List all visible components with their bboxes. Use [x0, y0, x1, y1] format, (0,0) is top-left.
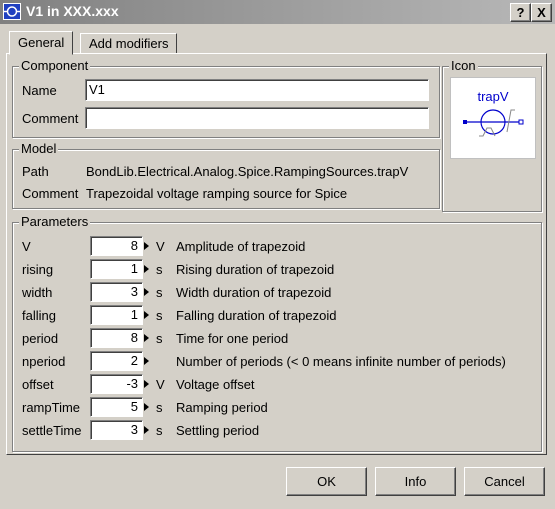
- component-icon-preview: trapV: [450, 77, 536, 159]
- component-group-title: Component: [19, 58, 91, 74]
- param-unit: s: [156, 331, 163, 346]
- param-menu-arrow-icon[interactable]: [144, 357, 149, 365]
- param-name: offset: [22, 377, 54, 392]
- param-description: Time for one period: [176, 331, 289, 346]
- param-menu-arrow-icon[interactable]: [144, 242, 149, 250]
- name-label: Name: [22, 83, 57, 98]
- param-unit: s: [156, 262, 163, 277]
- help-button[interactable]: ?: [510, 3, 531, 22]
- voltage-source-icon: [463, 109, 524, 137]
- param-value-field[interactable]: -3: [90, 374, 143, 394]
- param-unit: s: [156, 400, 163, 415]
- param-menu-arrow-icon[interactable]: [144, 334, 149, 342]
- info-button[interactable]: Info: [375, 467, 456, 496]
- param-value-field[interactable]: 3: [90, 282, 143, 302]
- param-unit: V: [156, 377, 165, 392]
- param-value-field[interactable]: 8: [90, 328, 143, 348]
- close-button[interactable]: X: [531, 3, 552, 22]
- param-value-field[interactable]: 3: [90, 420, 143, 440]
- path-label: Path: [22, 164, 49, 179]
- param-value-field[interactable]: 1: [90, 305, 143, 325]
- comment-field[interactable]: [85, 107, 429, 129]
- param-menu-arrow-icon[interactable]: [144, 380, 149, 388]
- param-unit: s: [156, 285, 163, 300]
- param-name: V: [22, 239, 31, 254]
- window-title: V1 in XXX.xxx: [26, 3, 119, 19]
- cancel-button[interactable]: Cancel: [464, 467, 545, 496]
- param-unit: V: [156, 239, 165, 254]
- param-description: Rising duration of trapezoid: [176, 262, 335, 277]
- param-menu-arrow-icon[interactable]: [144, 426, 149, 434]
- param-description: Width duration of trapezoid: [176, 285, 332, 300]
- param-description: Voltage offset: [176, 377, 255, 392]
- param-description: Falling duration of trapezoid: [176, 308, 337, 323]
- param-value-field[interactable]: 5: [90, 397, 143, 417]
- name-field[interactable]: V1: [85, 79, 429, 101]
- param-name: falling: [22, 308, 56, 323]
- window-app-icon: [3, 3, 21, 20]
- param-menu-arrow-icon[interactable]: [144, 265, 149, 273]
- param-value-field[interactable]: 2: [90, 351, 143, 371]
- param-description: Number of periods (< 0 means infinite nu…: [176, 354, 506, 369]
- param-menu-arrow-icon[interactable]: [144, 288, 149, 296]
- path-value: BondLib.Electrical.Analog.Spice.RampingS…: [86, 164, 409, 179]
- tab-general[interactable]: General: [9, 31, 74, 55]
- param-menu-arrow-icon[interactable]: [144, 311, 149, 319]
- param-name: period: [22, 331, 59, 346]
- param-description: Ramping period: [176, 400, 268, 415]
- param-name: width: [22, 285, 53, 300]
- model-comment-label: Comment: [22, 186, 79, 201]
- parameters-group-title: Parameters: [19, 214, 91, 230]
- param-description: Amplitude of trapezoid: [176, 239, 306, 254]
- icon-label: trapV: [477, 89, 509, 104]
- model-comment-value: Trapezoidal voltage ramping source for S…: [86, 186, 348, 201]
- param-value-field[interactable]: 1: [90, 259, 143, 279]
- icon-group-title: Icon: [449, 58, 478, 74]
- param-menu-arrow-icon[interactable]: [144, 403, 149, 411]
- param-unit: s: [156, 308, 163, 323]
- param-name: rising: [22, 262, 54, 277]
- param-name: settleTime: [22, 423, 82, 438]
- model-group-title: Model: [19, 141, 59, 157]
- param-value-field[interactable]: 8: [90, 236, 143, 256]
- param-name: rampTime: [22, 400, 81, 415]
- tab-add-modifiers[interactable]: Add modifiers: [80, 33, 178, 54]
- ok-button[interactable]: OK: [286, 467, 367, 496]
- comment-label: Comment: [22, 111, 79, 126]
- param-name: nperiod: [22, 354, 66, 369]
- title-bar[interactable]: V1 in XXX.xxx ? X: [0, 0, 555, 24]
- param-description: Settling period: [176, 423, 260, 438]
- param-unit: s: [156, 423, 163, 438]
